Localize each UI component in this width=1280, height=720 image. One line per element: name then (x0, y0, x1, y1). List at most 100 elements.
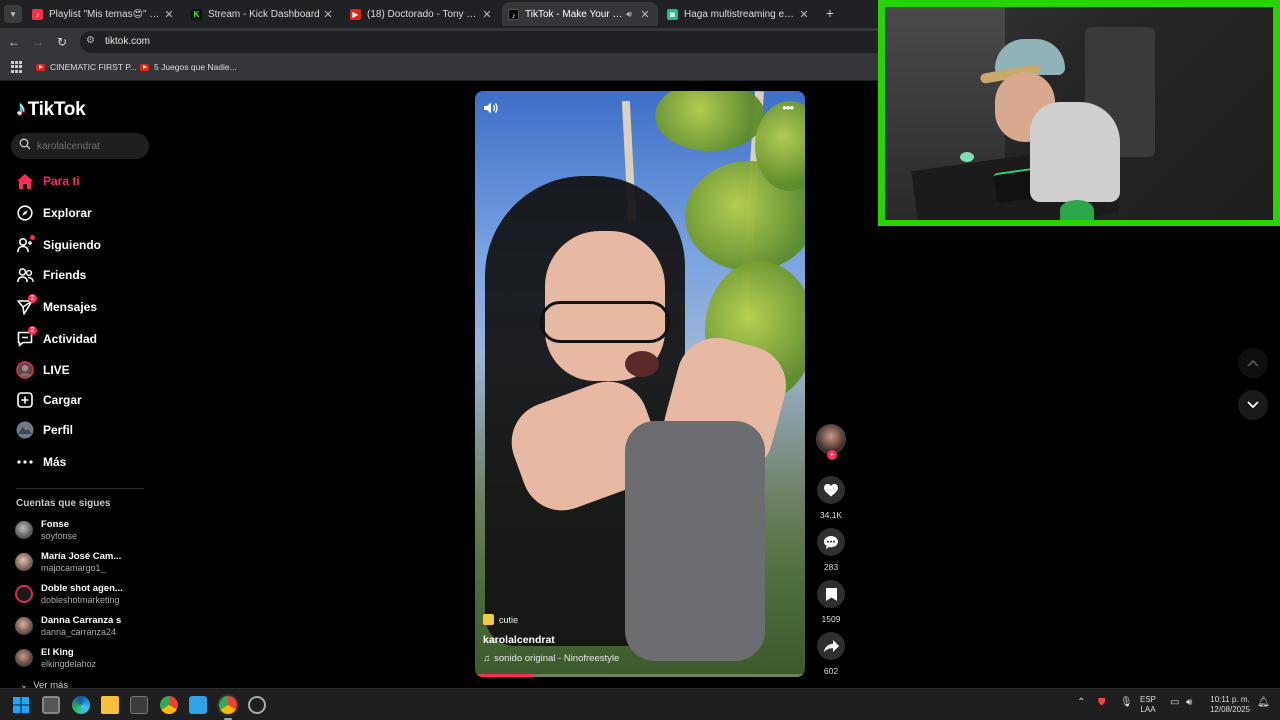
video-progress-fill (475, 674, 535, 677)
speaker-icon[interactable]: 🔊︎ (626, 9, 632, 20)
previous-video-button[interactable] (1238, 348, 1268, 378)
following-account-item[interactable]: Doble shot agen... dobleshotmarketing (15, 580, 123, 608)
tab-tiktok[interactable]: ♪ TikTok - Make Your Day 🔊︎ ✕ (502, 2, 658, 26)
nav-friends[interactable]: Friends (16, 264, 86, 286)
like-count: 34.1K (819, 510, 843, 520)
close-icon[interactable]: ✕ (162, 8, 176, 21)
nav-label: Actividad (43, 332, 98, 346)
notification-bell-icon[interactable]: 🔔︎ (1257, 698, 1270, 708)
new-tab-button[interactable]: + (822, 5, 838, 21)
nav-perfil[interactable]: Perfil (16, 419, 73, 441)
close-icon[interactable]: ✕ (480, 8, 494, 21)
task-view-icon[interactable] (42, 696, 60, 714)
clock-time: 10:11 p. m. (1210, 695, 1250, 704)
facebook-icon[interactable] (189, 696, 207, 714)
nav-label: Para ti (43, 174, 80, 188)
search-input[interactable] (37, 137, 142, 155)
webcam-feed (885, 7, 1273, 220)
nav-mensajes[interactable]: 2 Mensajes (16, 294, 97, 318)
nav-cargar[interactable]: Cargar (16, 389, 82, 411)
search-icon (19, 138, 31, 150)
video-frame (475, 91, 805, 677)
network-icon[interactable]: ▭ (1170, 698, 1179, 708)
more-options-icon[interactable]: ••• (782, 100, 794, 115)
nav-mas[interactable]: Más (16, 451, 66, 473)
obs-icon[interactable] (248, 696, 266, 714)
clock-date: 12/08/2025 (1209, 705, 1251, 714)
save-button[interactable] (817, 580, 845, 608)
nav-para-ti[interactable]: Para ti (16, 170, 80, 192)
language-indicator[interactable]: ESP LAA (1140, 695, 1156, 715)
edge-icon[interactable] (72, 696, 90, 714)
url-text: tiktok.com (105, 36, 151, 47)
music-note-icon: ♫ (483, 653, 491, 664)
heart-icon (824, 483, 838, 496)
browser-toolbar: ← → ↻ ⚙ tiktok.com (0, 28, 878, 56)
brand-name: TikTok (27, 98, 86, 120)
video-music[interactable]: ♫ sonido original - Ninofreestyle (483, 653, 619, 664)
tiktok-logo[interactable]: ♪ TikTok (16, 98, 86, 121)
apps-icon[interactable] (11, 61, 23, 73)
friends-icon (16, 266, 34, 284)
volume-icon[interactable] (483, 100, 499, 116)
close-icon[interactable]: ✕ (797, 8, 811, 21)
tab-search-button[interactable]: ▾ (4, 5, 22, 23)
keyboard-layout: LAA (1140, 705, 1156, 714)
nav-siguiendo[interactable]: Siguiendo (16, 234, 101, 256)
creator-avatar[interactable]: + (816, 424, 846, 460)
defender-icon[interactable]: ⛊ (1098, 698, 1106, 708)
following-icon (16, 235, 35, 254)
comment-icon (824, 535, 838, 549)
music-label: sonido original - Ninofreestyle (494, 653, 620, 664)
chevron-up-icon[interactable]: ⌃ (1077, 698, 1085, 708)
reload-button[interactable]: ↻ (54, 34, 70, 50)
tab-kick-dashboard[interactable]: K Stream - Kick Dashboard ✕ (185, 2, 341, 26)
comment-button[interactable] (817, 528, 845, 556)
address-bar[interactable]: ⚙ tiktok.com (80, 31, 878, 53)
save-count: 1509 (821, 614, 841, 624)
close-icon[interactable]: ✕ (321, 8, 335, 21)
search-box[interactable] (11, 133, 149, 159)
nav-actividad[interactable]: 2 Actividad (16, 326, 98, 350)
video-progress-bar[interactable] (475, 674, 805, 677)
account-name: Danna Carranza s (41, 615, 122, 626)
nav-label: Siguiendo (43, 238, 101, 252)
following-account-item[interactable]: Danna Carranza s danna_carranza24 (15, 612, 121, 640)
next-video-button[interactable] (1238, 390, 1268, 420)
file-explorer-icon[interactable] (101, 696, 119, 714)
clock[interactable]: 10:11 p. m. 12/08/2025 (1205, 695, 1255, 715)
bookmark-item[interactable]: CINEMATIC FIRST P... (36, 62, 137, 72)
forward-button[interactable]: → (30, 34, 46, 50)
share-button[interactable] (817, 632, 845, 660)
chrome-active-icon[interactable] (219, 696, 237, 714)
nav-live[interactable]: LIVE (16, 359, 70, 381)
follow-plus-icon[interactable]: + (827, 450, 837, 460)
video-author[interactable]: karolalcendrat (483, 634, 555, 646)
following-account-item[interactable]: El King elkingdelahoz (15, 644, 96, 672)
sidebar-divider (16, 488, 144, 489)
tab-youtube-doctorado[interactable]: ▶ (18) Doctorado - Tony Dize (Co ✕ (344, 2, 500, 26)
bookmark-label: CINEMATIC FIRST P... (50, 62, 137, 72)
windows-start-icon[interactable] (12, 696, 30, 714)
microsoft-store-icon[interactable] (130, 696, 148, 714)
video-tag[interactable]: cutie (483, 614, 518, 625)
live-icon (16, 361, 34, 379)
site-info-icon[interactable]: ⚙ (86, 35, 95, 46)
back-button[interactable]: ← (6, 34, 22, 50)
avatar (15, 585, 33, 603)
microphone-icon[interactable]: 🎙︎ (1120, 698, 1133, 708)
tab-title: (18) Doctorado - Tony Dize (Co (367, 8, 480, 20)
nav-explorar[interactable]: Explorar (16, 202, 92, 224)
restream-icon: ◙ (667, 8, 678, 20)
following-account-item[interactable]: Fonse soyfonse (15, 516, 77, 544)
video-player[interactable]: ••• cutie karolalcendrat ♫ sonido origin… (475, 91, 805, 677)
chrome-icon[interactable] (160, 696, 178, 714)
following-account-item[interactable]: María José Cam... majocamargo1_ (15, 548, 121, 576)
tab-twitch-multistream[interactable]: ◙ Haga multistreaming en Twitch ✕ (661, 2, 817, 26)
tab-apple-music-playlist[interactable]: ♪ Playlist "Mis temas😍" en Appl ✕ (26, 2, 182, 26)
profile-icon (16, 421, 34, 439)
volume-icon[interactable]: 🔊︎ (1186, 698, 1192, 708)
close-icon[interactable]: ✕ (638, 8, 652, 21)
like-button[interactable] (817, 476, 845, 504)
bookmark-item[interactable]: 5 Juegos que Nadie... (140, 62, 237, 72)
